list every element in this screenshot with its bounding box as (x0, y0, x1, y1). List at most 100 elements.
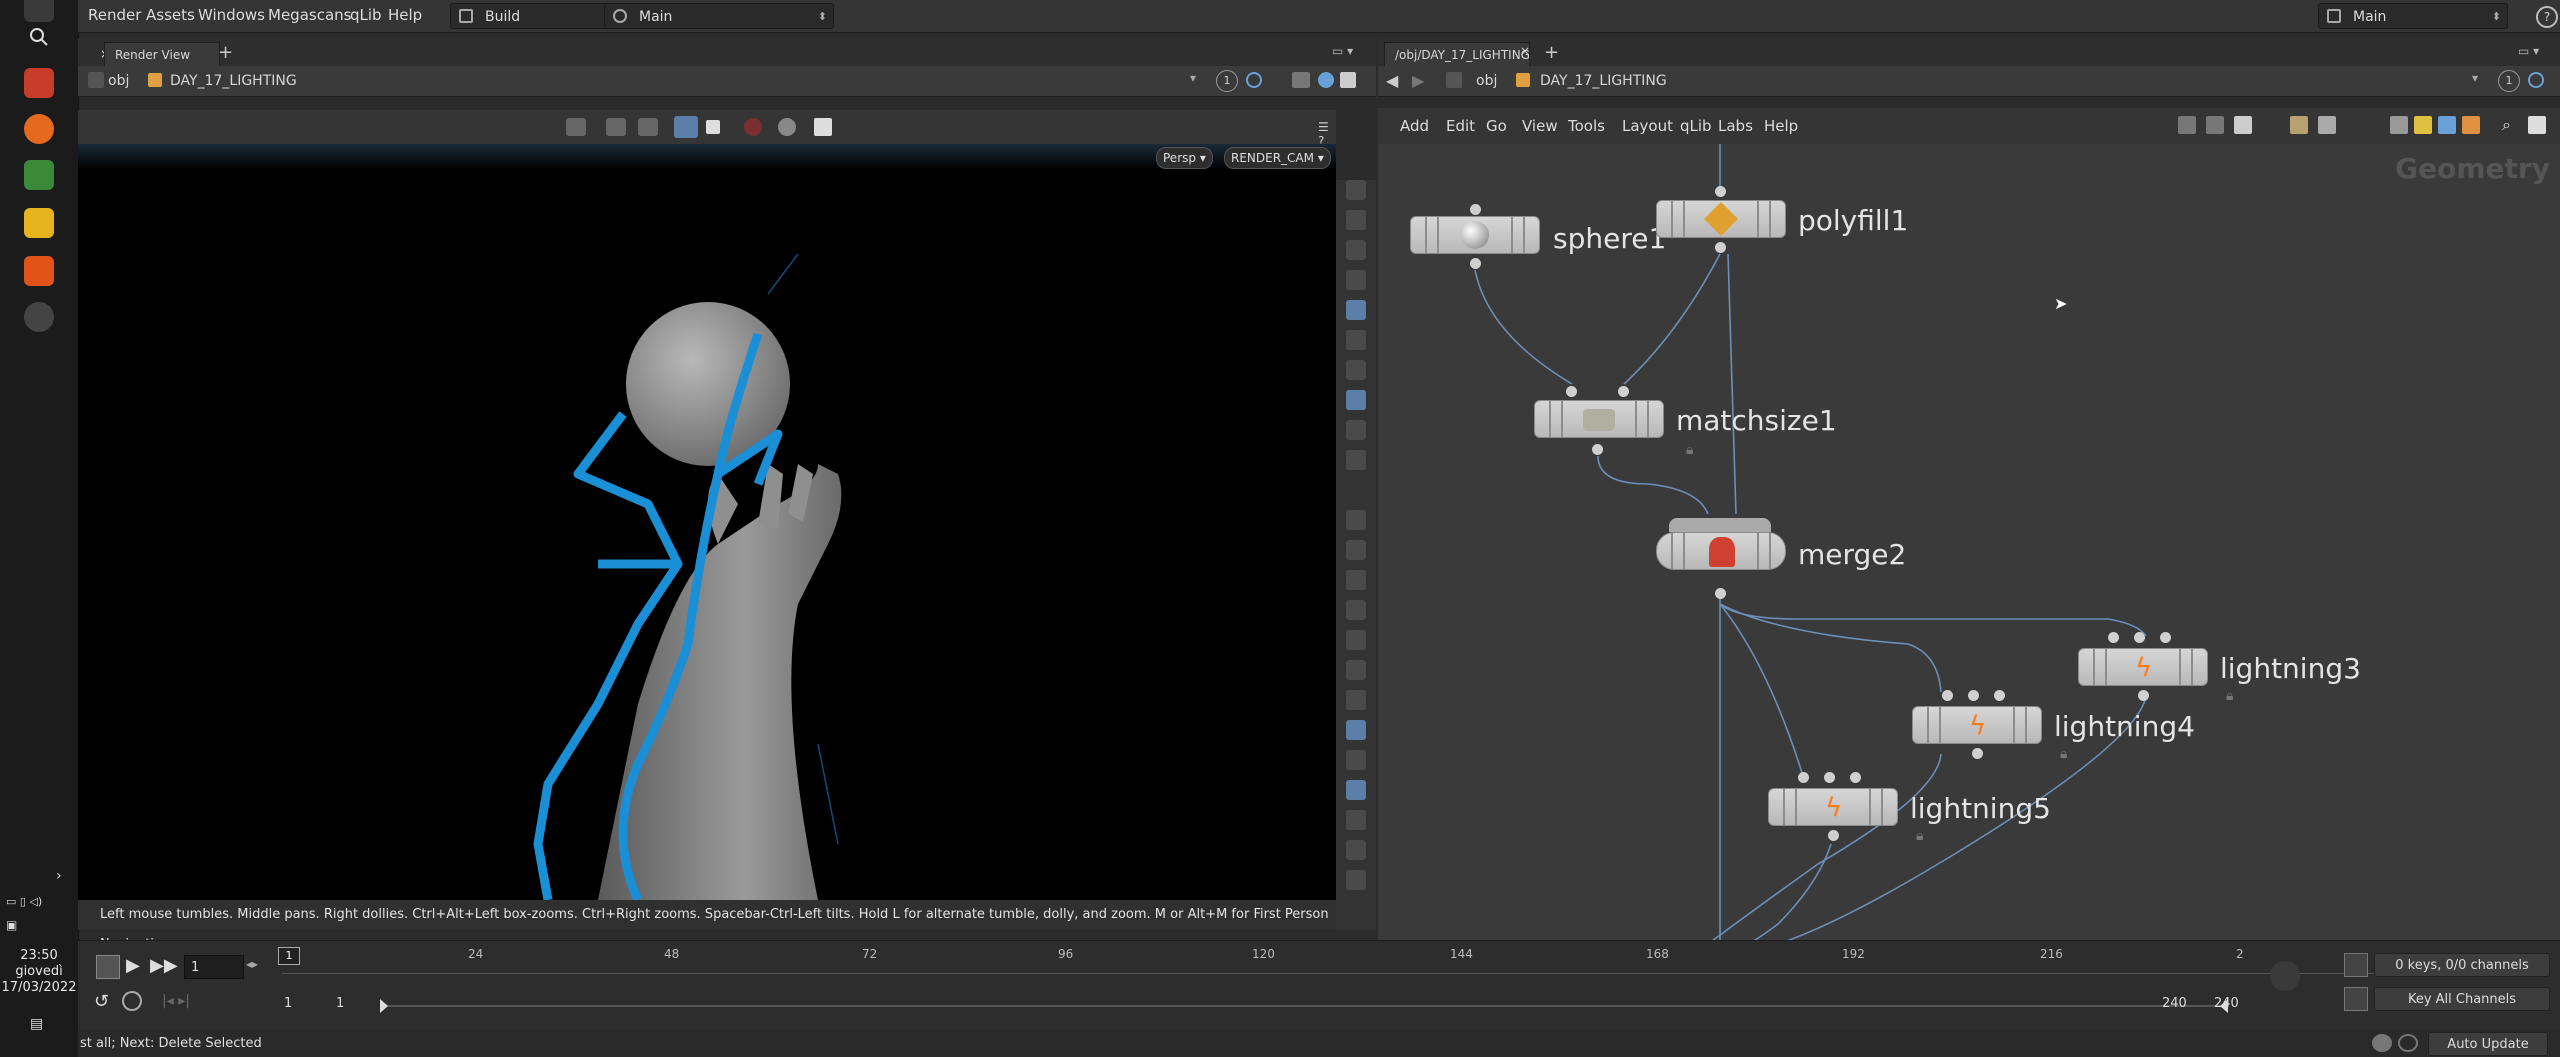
sticky-icon[interactable] (2414, 116, 2432, 134)
select-tool-icon[interactable] (566, 118, 586, 136)
list-icon[interactable] (2234, 116, 2252, 134)
auto-update-button[interactable]: Auto Update (2428, 1032, 2548, 1056)
node-input[interactable] (1824, 772, 1835, 783)
normals-icon[interactable] (1346, 690, 1366, 710)
channel-icon[interactable] (2344, 953, 2368, 977)
node-label-matchsize1[interactable]: matchsize1 (1676, 404, 1837, 437)
map-icon[interactable] (1346, 810, 1366, 830)
folder-icon[interactable] (24, 208, 54, 238)
network-counter[interactable]: 1 (2498, 70, 2520, 92)
tray-icons[interactable]: ▭ ▯ ◁) (6, 895, 42, 908)
path-dropdown-icon[interactable]: ▾ (1190, 71, 1196, 85)
skull-icon[interactable] (1346, 360, 1366, 380)
vector-icon[interactable] (1346, 570, 1366, 590)
frame-marker[interactable]: 1 (278, 947, 300, 965)
pin-icon[interactable] (1292, 72, 1310, 88)
light-icon[interactable] (1346, 300, 1366, 320)
node-merge2[interactable] (1656, 532, 1786, 570)
back-icon[interactable]: ◀ (1386, 71, 1398, 90)
right-desktop-combo[interactable]: Main ⬍ (2318, 3, 2508, 29)
merge-input-bar[interactable] (1669, 518, 1771, 532)
node-input[interactable] (2134, 632, 2145, 643)
checker-icon[interactable] (1346, 750, 1366, 770)
range-slider[interactable] (380, 999, 2228, 1013)
viewport-counter[interactable]: 1 (1216, 70, 1238, 92)
network-type-icon[interactable] (88, 72, 104, 88)
node-output[interactable] (2138, 690, 2149, 701)
ne-menu-layout[interactable]: Layout (1622, 117, 1673, 135)
audio-icon[interactable] (2270, 961, 2300, 991)
app-icon-red[interactable] (24, 68, 54, 98)
ne-menu-go[interactable]: Go (1486, 117, 1507, 135)
camera-view-icon[interactable] (2528, 116, 2546, 134)
home-icon[interactable] (1346, 270, 1366, 290)
clock[interactable]: 23:50 giovedì 17/03/2022 (0, 948, 78, 996)
panel-menu-icon[interactable]: ▭ ▾ (1332, 44, 1353, 58)
realtime-icon[interactable] (122, 991, 142, 1011)
node-input[interactable] (2160, 632, 2171, 643)
camera-settings-icon[interactable] (778, 118, 796, 136)
node-label-sphere1[interactable]: sphere1 (1553, 222, 1666, 255)
notification-icon[interactable]: ▤ (30, 1016, 43, 1032)
node-label-lightning3[interactable]: lightning3 (2220, 652, 2361, 685)
scene-viewport[interactable]: Persp ▾ RENDER_CAM ▾ (78, 144, 1336, 900)
texture-icon[interactable] (1346, 390, 1366, 410)
node-input[interactable] (1968, 690, 1979, 701)
node-polyfill1[interactable] (1656, 200, 1786, 238)
node-label-lightning4[interactable]: lightning4 (2054, 710, 2195, 743)
houdini-icon[interactable] (24, 256, 54, 286)
path-root[interactable]: obj (1476, 73, 1497, 89)
range-start[interactable]: 1 (284, 996, 292, 1011)
path-root[interactable]: obj (108, 73, 129, 89)
keys-channels-button[interactable]: 0 keys, 0/0 channels (2374, 953, 2550, 977)
node-output[interactable] (1470, 258, 1481, 269)
add-tab-icon[interactable]: + (1544, 42, 1559, 63)
node-input[interactable] (2108, 632, 2119, 643)
backface-icon[interactable] (1346, 720, 1366, 740)
ghost-icon[interactable] (1346, 240, 1366, 260)
forward-icon[interactable]: ▶ (1412, 71, 1424, 90)
ne-menu-help[interactable]: Help (1764, 117, 1798, 135)
ne-menu-edit[interactable]: Edit (1446, 117, 1475, 135)
link-icon[interactable] (1246, 72, 1262, 88)
node-label-polyfill1[interactable]: polyfill1 (1798, 204, 1908, 237)
node-lightning5[interactable]: ϟ (1768, 788, 1898, 826)
spreadsheet-icon[interactable] (24, 160, 54, 190)
stop-button[interactable] (96, 955, 120, 979)
node-output[interactable] (1828, 830, 1839, 841)
zoom-icon[interactable]: ⌕ (2502, 115, 2511, 135)
edge-icon[interactable] (1346, 540, 1366, 560)
fast-forward-button[interactable]: ▶▶ (150, 955, 178, 976)
point-icon[interactable] (1346, 510, 1366, 530)
lock-icon[interactable]: 🔒︎ (1686, 442, 1700, 458)
shading-icon[interactable] (1346, 420, 1366, 440)
chevron-right-icon[interactable]: › (56, 868, 62, 884)
node-input[interactable] (1470, 204, 1481, 215)
node-input[interactable] (1566, 386, 1577, 397)
point-numbers-icon[interactable] (1346, 600, 1366, 620)
prim-numbers-icon[interactable] (1346, 660, 1366, 680)
maximize-icon[interactable] (1340, 72, 1356, 88)
path-node[interactable]: DAY_17_LIGHTING (1540, 73, 1667, 89)
node-label-lightning5[interactable]: lightning5 (1910, 792, 2051, 825)
pointer-tool-icon[interactable] (606, 118, 626, 136)
node-matchsize1[interactable] (1534, 400, 1664, 438)
menu-megascans[interactable]: Megascans (268, 6, 351, 24)
timeline-ruler[interactable]: 1 24 48 72 96 120 144 168 192 216 2 (278, 947, 2512, 974)
menu-help[interactable]: Help (388, 6, 422, 24)
range-end[interactable]: 240 (2162, 996, 2187, 1011)
firefox-icon[interactable] (24, 114, 54, 144)
uv-icon[interactable] (1346, 780, 1366, 800)
node-lightning4[interactable]: ϟ (1912, 706, 2042, 744)
node-input[interactable] (1850, 772, 1861, 783)
network-icon[interactable]: ▣ (6, 918, 17, 932)
node-input[interactable] (1798, 772, 1809, 783)
node-input[interactable] (1942, 690, 1953, 701)
box-icon[interactable] (2462, 116, 2480, 134)
layout-combo[interactable]: Main ⬍ (604, 3, 834, 29)
view-tool-icon[interactable] (674, 116, 698, 138)
add-tab-icon[interactable]: + (218, 42, 233, 63)
search-icon[interactable] (24, 22, 54, 52)
tab-render-view[interactable]: Render View (104, 42, 220, 66)
image-icon[interactable] (2438, 116, 2456, 134)
